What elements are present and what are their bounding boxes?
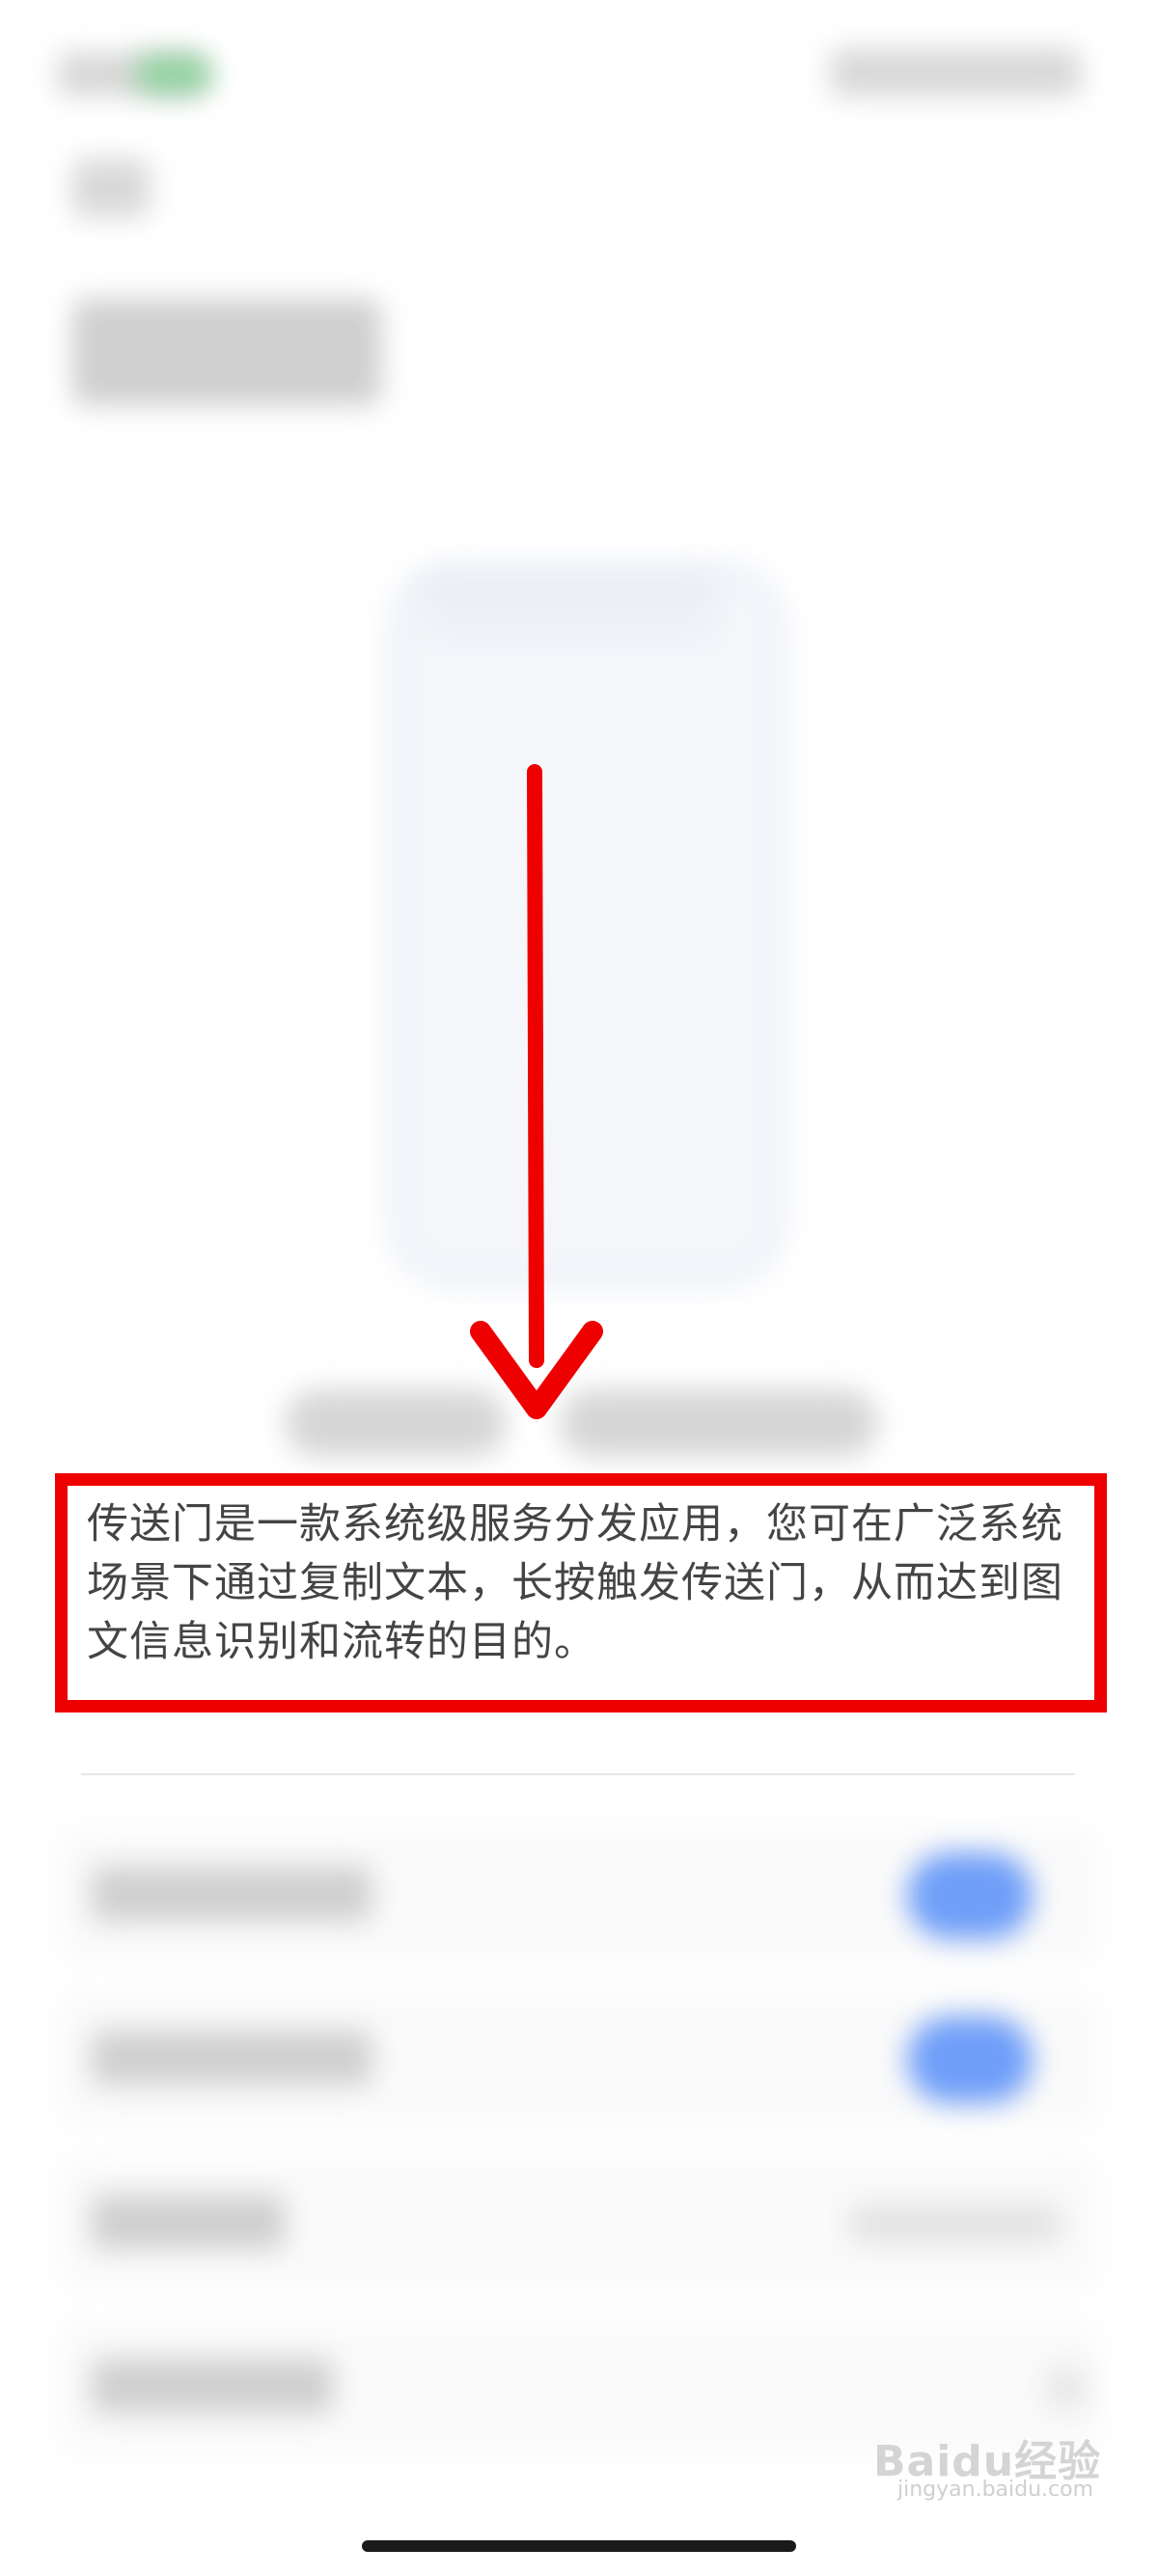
home-indicator[interactable] (362, 2540, 796, 2552)
settings-row-4-label (92, 2359, 333, 2413)
arrow-down-icon (470, 764, 603, 1419)
settings-row-1-label (92, 1867, 372, 1921)
baidu-watermark-url: jingyan.baidu.com (897, 2478, 1094, 2502)
settings-row-2-label (92, 2031, 372, 2085)
section-divider (81, 1773, 1075, 1775)
feature-description: 传送门是一款系统级服务分发应用，您可在广泛系统场景下通过复制文本，长按触发传送门… (87, 1500, 1063, 1666)
status-icons (830, 48, 1081, 96)
illustration-line (425, 617, 714, 633)
back-button[interactable] (72, 159, 150, 217)
toggle-switch-1[interactable] (907, 1852, 1033, 1939)
page-title (72, 299, 381, 405)
toggle-switch-2[interactable] (907, 2016, 1033, 2103)
illustration-bar (425, 579, 714, 606)
settings-row-3-label (92, 2195, 285, 2249)
status-indicator (135, 56, 212, 93)
chevron-right-icon (1047, 2369, 1086, 2407)
settings-row-3-value (849, 2205, 1062, 2243)
